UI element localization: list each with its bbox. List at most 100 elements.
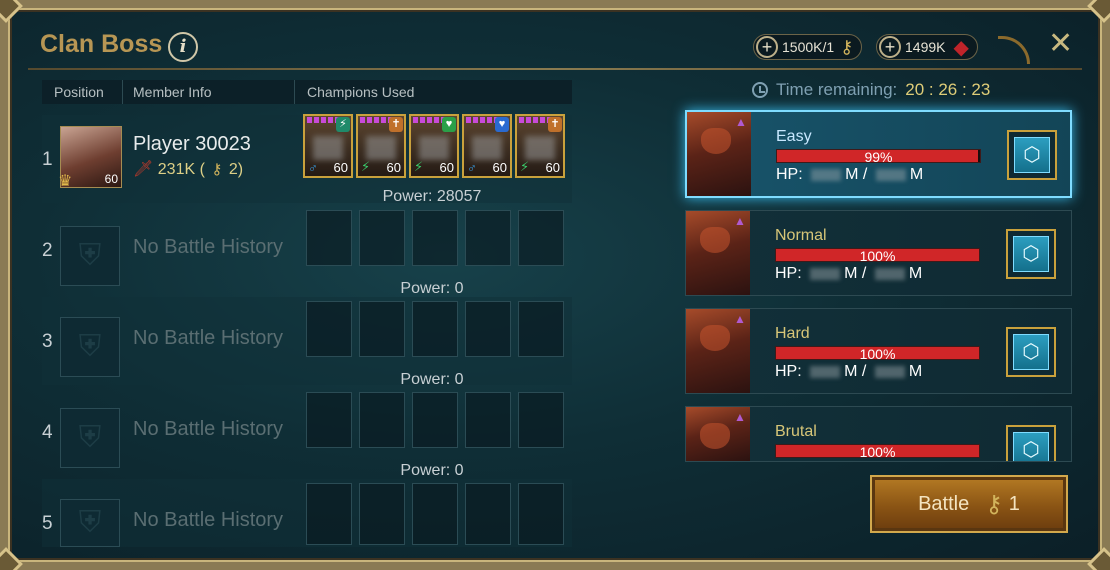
- redacted-value: [874, 365, 905, 378]
- rarity-triangle-icon: ▲: [734, 214, 746, 228]
- rewards-chest-button[interactable]: ⬡: [1007, 130, 1057, 180]
- rarity-triangle-icon: ▲: [735, 115, 747, 129]
- difficulty-label: Normal: [775, 227, 827, 244]
- avatar-placeholder: ⛨: [60, 408, 120, 468]
- add-keys-button[interactable]: +: [756, 36, 778, 58]
- crown-icon: ♛: [58, 173, 73, 190]
- time-remaining-label: Time remaining:: [776, 80, 898, 99]
- helmet-icon: ⛨: [78, 239, 102, 272]
- empty-champion-slot: [306, 392, 352, 448]
- boss-hp-bar: 100%: [775, 346, 980, 362]
- affinity-icon: ⚡: [520, 159, 530, 174]
- time-remaining: Time remaining: 20 : 26 : 23: [752, 80, 990, 100]
- avatar[interactable]: ♛ 60: [58, 126, 122, 190]
- hp-unit: M: [844, 265, 858, 282]
- row-position: 5: [42, 513, 53, 534]
- empty-champion-slot: [306, 210, 352, 266]
- player-stats: 🗡 231K ( ⚷ 2): [133, 159, 243, 179]
- champion-portrait: [525, 136, 555, 160]
- champion-portrait: [419, 136, 449, 160]
- champion-card[interactable]: ✝ ⚡ 60: [515, 114, 565, 178]
- role-badge-icon: ✝: [389, 117, 403, 132]
- player-name: Player 30023: [133, 133, 251, 155]
- rewards-chest-button[interactable]: ⬡: [1006, 425, 1056, 461]
- champion-card[interactable]: ⚡ ♂ 60: [303, 114, 353, 178]
- empty-champion-slot: [306, 301, 352, 357]
- champion-level: 60: [545, 160, 560, 175]
- champion-card[interactable]: ✝ ⚡ 60: [356, 114, 406, 178]
- champion-card[interactable]: ♥ ♂ 60: [462, 114, 512, 178]
- boss-difficulty-normal[interactable]: ▲ Normal 100% HP: M / M ⬡: [685, 210, 1072, 296]
- team-power: Power: 28057: [382, 188, 482, 205]
- column-header-position: Position: [54, 84, 104, 100]
- member-name: No Battle History: [133, 236, 284, 258]
- gem-icon: ◆: [953, 36, 969, 59]
- row-position: 3: [42, 331, 53, 352]
- empty-champion-slot: [412, 301, 458, 357]
- rewards-chest-button[interactable]: ⬡: [1006, 229, 1056, 279]
- chest-icon: ⬡: [1013, 236, 1049, 272]
- member-name: No Battle History: [133, 418, 284, 440]
- rarity-triangle-icon: ▲: [734, 410, 746, 424]
- close-button[interactable]: ✕: [1048, 26, 1073, 61]
- rewards-chest-button[interactable]: ⬡: [1006, 327, 1056, 377]
- affinity-icon: ♂: [308, 160, 318, 175]
- boss-hp-text: HP: M / M: [775, 363, 922, 381]
- key-icon: ⚷: [211, 161, 223, 178]
- table-row[interactable]: 2 ⛨ No Battle History Power: 0: [42, 206, 572, 297]
- sword-icon: 🗡: [133, 161, 154, 178]
- column-header-champions-used: Champions Used: [307, 84, 415, 100]
- table-row[interactable]: 1 ♛ 60 Player 30023 🗡 231K ( ⚷ 2) ⚡ ♂ 60…: [42, 114, 572, 205]
- empty-champion-slot: [465, 210, 511, 266]
- boss-hp-text: HP: M / M: [776, 166, 923, 184]
- key-icon: ⚷: [985, 490, 1003, 518]
- info-icon[interactable]: i: [168, 32, 198, 62]
- redacted-value: [874, 267, 905, 280]
- hp-unit: M: [908, 265, 923, 282]
- team-power: Power: 0: [400, 462, 464, 479]
- chest-icon: ⬡: [1014, 137, 1050, 173]
- key-icon: ⚷: [840, 36, 854, 57]
- player-keys: 2): [228, 161, 244, 178]
- add-gems-button[interactable]: +: [879, 36, 901, 58]
- boss-difficulty-hard[interactable]: ▲ Hard 100% HP: M / M ⬡: [685, 308, 1072, 394]
- difficulty-label: Hard: [775, 325, 810, 342]
- page-title: Clan Boss: [40, 30, 163, 58]
- empty-champion-slot: [518, 301, 564, 357]
- boss-difficulty-brutal[interactable]: ▲ Brutal 100% ⬡: [685, 406, 1072, 462]
- hp-separator: /: [861, 265, 867, 282]
- champion-level: 60: [439, 160, 454, 175]
- empty-champion-slot: [465, 392, 511, 448]
- battle-label: Battle: [918, 492, 970, 515]
- champion-card[interactable]: ♥ ⚡ 60: [409, 114, 459, 178]
- gems-resource-value: 1499K: [905, 39, 946, 55]
- column-divider: [122, 80, 123, 104]
- boss-hp-text: HP: M / M: [775, 265, 922, 283]
- table-row[interactable]: 4 ⛨ No Battle History Power: 0: [42, 388, 572, 479]
- hp-separator: /: [861, 363, 867, 380]
- role-badge-icon: ♥: [495, 117, 509, 132]
- hp-percent: 100%: [859, 248, 896, 264]
- empty-champion-slot: [412, 210, 458, 266]
- empty-champion-slot: [359, 392, 405, 448]
- boss-hp-bar: 100%: [775, 248, 980, 264]
- clock-icon: [752, 82, 768, 98]
- empty-champion-slot: [518, 210, 564, 266]
- team-power: Power: 0: [400, 371, 464, 388]
- column-divider: [294, 80, 295, 104]
- table-row[interactable]: 5 ⛨ No Battle History: [42, 479, 572, 547]
- empty-champion-slot: [306, 483, 352, 545]
- keys-resource: + 1500K/1 ⚷: [753, 34, 863, 60]
- hp-label: HP:: [775, 363, 802, 380]
- row-position: 1: [42, 149, 53, 170]
- boss-difficulty-easy[interactable]: ▲ Easy 99% HP: M / M ⬡: [685, 110, 1072, 198]
- affinity-icon: ♂: [467, 160, 477, 175]
- champion-level: 60: [386, 160, 401, 175]
- hp-unit: M: [844, 363, 858, 380]
- battle-button[interactable]: Battle ⚷ 1: [870, 475, 1068, 533]
- table-row[interactable]: 3 ⛨ No Battle History Power: 0: [42, 297, 572, 388]
- avatar-placeholder: ⛨: [60, 499, 120, 547]
- role-badge-icon: ⚡: [336, 117, 350, 132]
- empty-champion-slot: [359, 483, 405, 545]
- redacted-value: [810, 267, 841, 280]
